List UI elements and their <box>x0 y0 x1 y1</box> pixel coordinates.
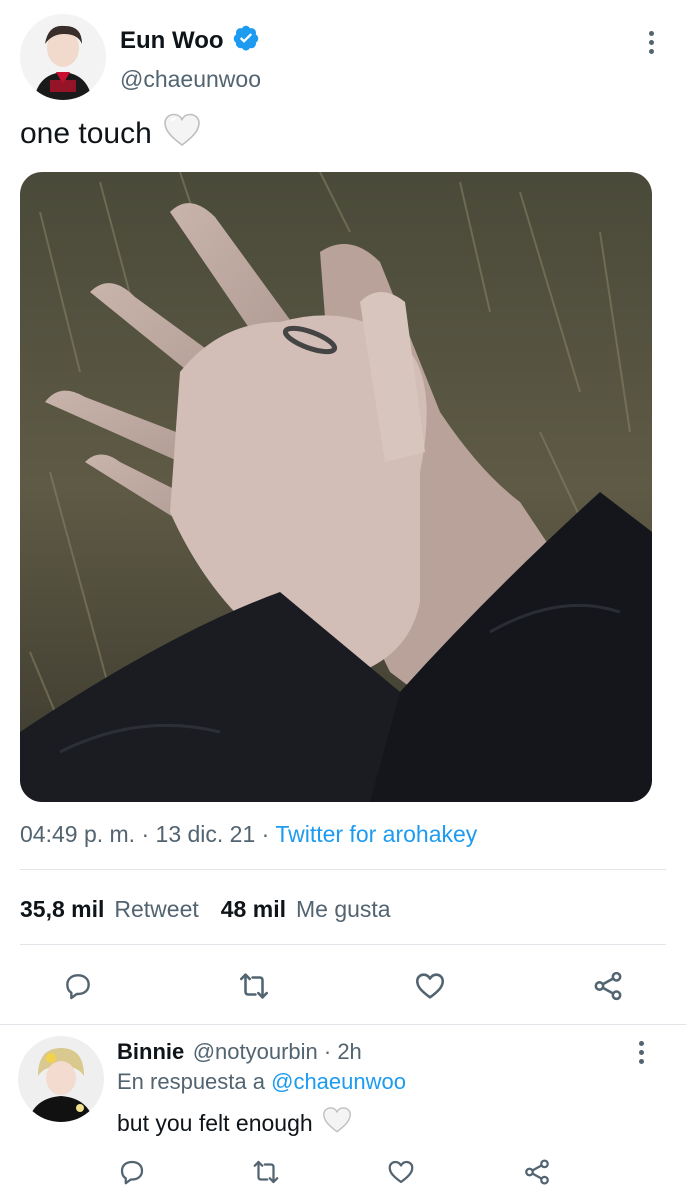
retweet-count[interactable]: 35,8 mil <box>20 896 104 923</box>
reply-reply-button[interactable] <box>112 1152 152 1192</box>
more-options-icon[interactable] <box>636 22 666 62</box>
retweet-icon <box>239 973 269 999</box>
divider <box>20 944 666 945</box>
like-icon <box>415 973 445 999</box>
like-label[interactable]: Me gusta <box>296 896 391 923</box>
reply-more-options-icon[interactable] <box>626 1032 656 1072</box>
author-display-name[interactable]: Eun Woo <box>120 27 224 55</box>
retweet-icon <box>253 1160 279 1184</box>
reply-share-button[interactable] <box>517 1152 557 1192</box>
reply-target-link[interactable]: @chaeunwoo <box>271 1069 406 1094</box>
tweet-date[interactable]: 13 dic. 21 <box>156 821 256 847</box>
tweet-text-content: one touch <box>20 117 152 150</box>
tweet-stats: 35,8 mil Retweet 48 mil Me gusta <box>20 896 391 923</box>
tweet-text: one touch <box>20 112 202 156</box>
share-icon <box>525 1159 549 1185</box>
white-heart-icon <box>321 1106 353 1140</box>
reply-text: but you felt enough <box>117 1106 353 1140</box>
share-button[interactable] <box>588 966 628 1006</box>
reply-icon <box>66 974 90 1000</box>
tweet-media-image[interactable] <box>20 172 652 802</box>
share-icon <box>594 971 622 1001</box>
tweet-time[interactable]: 04:49 p. m. <box>20 821 135 847</box>
reply-like-button[interactable] <box>381 1152 421 1192</box>
tweet-source-link[interactable]: Twitter for arohakey <box>275 821 477 847</box>
reply-author-handle[interactable]: @notyourbin <box>193 1039 318 1064</box>
divider <box>0 1024 686 1025</box>
verified-badge-icon <box>232 24 260 57</box>
reply-text-content: but you felt enough <box>117 1109 313 1136</box>
reply-button[interactable] <box>58 966 98 1006</box>
like-icon <box>388 1160 414 1184</box>
reply-prefix: En respuesta a <box>117 1069 272 1094</box>
reply-time[interactable]: · 2h <box>318 1039 362 1064</box>
reply-retweet-button[interactable] <box>246 1152 286 1192</box>
reply-author-avatar[interactable] <box>18 1036 104 1122</box>
reply-icon <box>120 1160 144 1185</box>
divider <box>20 869 666 870</box>
reply-author-name[interactable]: Binnie <box>117 1039 184 1064</box>
author-handle[interactable]: @chaeunwoo <box>120 66 261 93</box>
like-button[interactable] <box>410 966 450 1006</box>
reply-context: En respuesta a @chaeunwoo <box>117 1069 406 1095</box>
meta-separator: · <box>255 821 276 847</box>
meta-separator: · <box>135 821 156 847</box>
retweet-label[interactable]: Retweet <box>114 896 198 923</box>
retweet-button[interactable] <box>234 966 274 1006</box>
like-count[interactable]: 48 mil <box>221 896 286 923</box>
tweet-meta: 04:49 p. m. · 13 dic. 21 · Twitter for a… <box>20 821 477 848</box>
author-avatar[interactable] <box>20 14 106 100</box>
white-heart-icon <box>162 112 202 156</box>
